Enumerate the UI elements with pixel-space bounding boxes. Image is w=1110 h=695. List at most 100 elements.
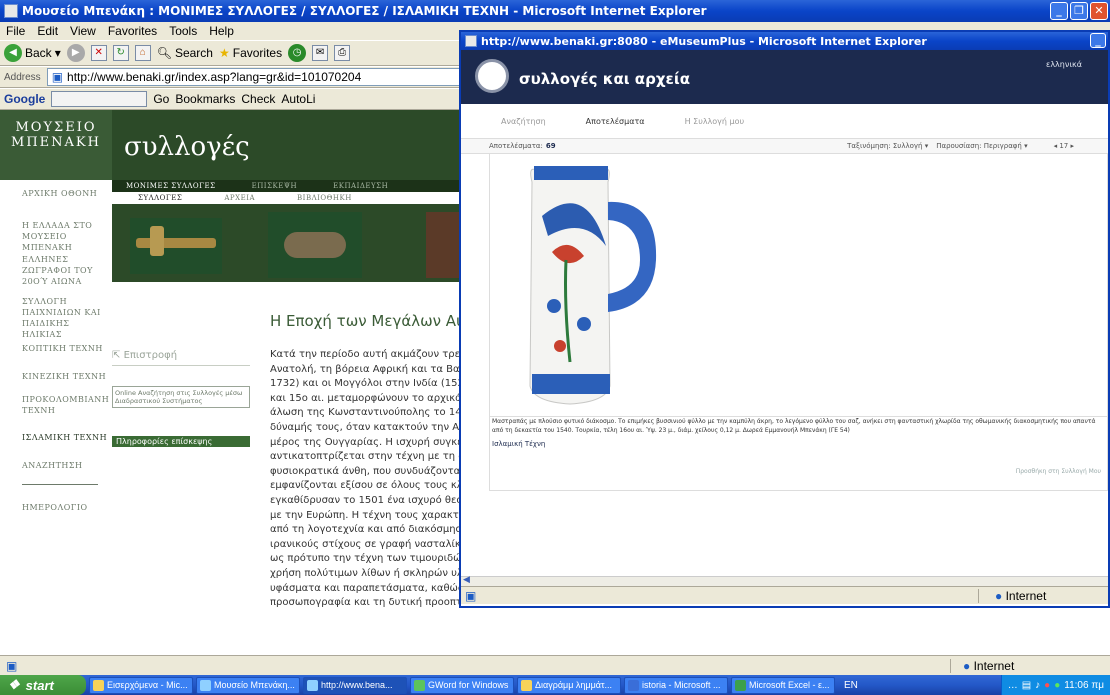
language-indicator[interactable]: EN	[844, 680, 858, 691]
sidebar-item-calendar[interactable]: ΗΜΕΡΟΛΟΓΙΟ	[22, 502, 108, 513]
autolink-button[interactable]: AutoLi	[281, 92, 315, 106]
sidebar-item-home[interactable]: ΑΡΧΙΚΗ ΟΘΟΝΗ	[22, 188, 108, 199]
google-go-button[interactable]: Go	[153, 92, 169, 106]
jug-image[interactable]	[508, 156, 658, 410]
nav-permanent-collections[interactable]: ΜΟΝΙΜΕΣ ΣΥΛΛΟΓΕΣ	[126, 181, 216, 192]
sidebar-item-greek-painters[interactable]: ΕΛΛΗΝΕΣ ΖΩΓΡΑΦΟΙ ΤΟΥ 20ού ΑΙΩΝΑ	[22, 254, 108, 287]
history-icon[interactable]: ◷	[288, 44, 307, 62]
stop-icon[interactable]: ✕	[90, 45, 107, 61]
close-icon[interactable]: ✕	[1090, 2, 1108, 20]
chevron-down-icon[interactable]: ▾	[55, 46, 61, 60]
article-line: Ανατολή, τη βόρεια Αφρική και τα Βαλκά	[270, 363, 460, 375]
back-link-label: Επιστροφή	[123, 350, 178, 361]
tab-search[interactable]: Αναζήτηση	[501, 117, 546, 126]
front-window-title: http://www.benaki.gr:8080 - eMuseumPlus …	[481, 34, 927, 48]
bookmarks-button[interactable]: Bookmarks	[175, 92, 235, 106]
taskbar-item[interactable]: Εισερχόμενα - Mic...	[89, 676, 193, 694]
tab-results[interactable]: Αποτελέσματα	[586, 117, 645, 126]
tab-my-collection[interactable]: Η Συλλογή μου	[685, 117, 745, 126]
mail-icon[interactable]: ✉	[312, 45, 329, 61]
sidebar-divider	[22, 484, 98, 485]
sidebar-item-precolumbian[interactable]: ΠΡΟΚΟΛΟΜΒΙΑΝΗ ΤΕΧΝΗ	[22, 394, 109, 416]
menu-edit[interactable]: Edit	[37, 24, 58, 38]
refresh-icon[interactable]: ↻	[112, 45, 129, 61]
back-link[interactable]: ⇱ Επιστροφή	[112, 350, 250, 366]
favorites-button[interactable]: ★ Favorites	[219, 46, 282, 60]
scroll-left-icon[interactable]: ◀	[463, 575, 470, 585]
clock[interactable]: 11:06 πμ	[1064, 680, 1104, 691]
jug-base-band	[532, 374, 610, 394]
menu-help[interactable]: Help	[209, 24, 234, 38]
sidebar-item-greece[interactable]: Η ΕΛΛΑΔΑ ΣΤΟ ΜΟΥΣΕΙΟ ΜΠΕΝΑΚΗ	[22, 220, 108, 253]
restore-icon[interactable]: ❐	[1070, 2, 1088, 20]
forward-arrow-icon[interactable]: ▶	[66, 44, 85, 62]
front-window-titlebar[interactable]: http://www.benaki.gr:8080 - eMuseumPlus …	[461, 32, 1108, 50]
google-search-input[interactable]	[51, 91, 148, 107]
tray-expand-icon[interactable]: …	[1008, 680, 1018, 691]
article-line: από τη λογοτεχνία και από διακόσμηση	[270, 524, 460, 536]
article-line: ως πρότυπο την τέχνη των τιμουριδών	[270, 553, 460, 565]
article-line: 1732) και οι Μογγόλοι στην Ινδία (1526-	[270, 378, 460, 390]
subnav-collections[interactable]: ΣΥΛΛΟΓΕΣ	[138, 193, 182, 204]
collection-link[interactable]: Ισλαμική Τέχνη	[492, 440, 545, 448]
antivirus-icon[interactable]: ●	[1044, 680, 1050, 691]
minimize-icon[interactable]: _	[1090, 33, 1106, 48]
view-dropdown[interactable]: Παρουσίαση: Περιγραφή ▾	[936, 142, 1027, 150]
menu-favorites[interactable]: Favorites	[108, 24, 157, 38]
google-logo[interactable]: Google	[4, 92, 45, 106]
print-icon[interactable]: ⎙	[334, 45, 351, 61]
taskbar-item[interactable]: Διαγράμμ λημμάτ...	[517, 676, 621, 694]
check-button[interactable]: Check	[241, 92, 275, 106]
ie-icon	[307, 679, 318, 691]
front-statusbar: ▣ ● Internet	[461, 586, 1108, 604]
menu-view[interactable]: View	[70, 24, 96, 38]
menu-tools[interactable]: Tools	[169, 24, 197, 38]
language-link[interactable]: ελληνικά	[1046, 60, 1082, 69]
minimize-icon[interactable]: _	[1050, 2, 1068, 20]
article-line: ιρανικούς στίχους σε γραφή νασταλίκ. Σ	[270, 538, 460, 550]
taskbar-item[interactable]: istoria - Microsoft ...	[624, 676, 728, 694]
home-icon[interactable]: ⌂	[134, 45, 151, 61]
system-tray: … ▤ ♪ ● ● 11:06 πμ	[1000, 675, 1110, 695]
taskbar-item[interactable]: http://www.bena...	[303, 676, 407, 694]
internet-zone: ● Internet	[978, 588, 1108, 603]
visit-info-button[interactable]: Πληροφορίες επίσκεψης	[112, 436, 250, 447]
taskbar-item[interactable]: Μουσείο Μπενάκη...	[196, 676, 300, 694]
sidebar-item-toys[interactable]: ΣΥΛΛΟΓΗ ΠΑΙΧΝΙΔΙΩΝ ΚΑΙ ΠΑΙΔΙΚΗΣ ΗΛΙΚΙΑΣ	[22, 296, 108, 340]
back-window-titlebar[interactable]: Μουσείο Μπενάκη : ΜΟΝΙΜΕΣ ΣΥΛΛΟΓΕΣ / ΣΥΛ…	[0, 0, 1110, 22]
front-browser-window: http://www.benaki.gr:8080 - eMuseumPlus …	[459, 30, 1110, 608]
taskbar-item[interactable]: Microsoft Excel - ε...	[731, 676, 835, 694]
article-line: εμφανίζονται εξίσου σε όλους τους κλάδ	[270, 480, 460, 492]
sidebar-item-islamic[interactable]: ΙΣΛΑΜΙΚΗ ΤΕΧΝΗ	[22, 432, 108, 443]
menu-file[interactable]: File	[6, 24, 25, 38]
nav-visit[interactable]: ΕΠΙΣΚΕΨΗ	[252, 181, 298, 192]
back-button[interactable]: ◀ Back ▾	[4, 44, 61, 62]
back-arrow-icon: ◀	[4, 44, 22, 62]
pager[interactable]: ◂ 17 ▸	[1054, 142, 1074, 150]
thumbnail-box[interactable]	[268, 212, 362, 278]
sidebar-item-coptic[interactable]: ΚΟΠΤΙΚΗ ΤΕΧΝΗ	[22, 343, 108, 354]
sidebar-item-search[interactable]: ΑΝΑΖΗΤΗΣΗ	[22, 460, 108, 471]
subnav-archives[interactable]: ΑΡΧΕΙΑ	[224, 193, 255, 204]
front-scrollbar-horizontal[interactable]: ◀	[461, 575, 1108, 586]
search-button[interactable]: 🔍︎ Search	[157, 46, 213, 60]
messenger-icon[interactable]: ●	[1054, 680, 1060, 691]
benaki-logo[interactable]: ΜΟΥΣΕΙΟ ΜΠΕΝΑΚΗ	[0, 110, 112, 180]
start-button[interactable]: ❖ start	[0, 675, 86, 695]
sidebar: ΑΡΧΙΚΗ ΟΘΟΝΗ Η ΕΛΛΑΔΑ ΣΤΟ ΜΟΥΣΕΙΟ ΜΠΕΝΑΚ…	[0, 180, 112, 600]
gword-icon	[414, 679, 425, 691]
nav-education[interactable]: ΕΚΠΑΙΔΕΥΣΗ	[333, 181, 388, 192]
sort-dropdown[interactable]: Ταξινόμηση: Συλλογή ▾	[847, 142, 928, 150]
sidebar-item-chinese[interactable]: ΚΙΝΕΖΙΚΗ ΤΕΧΝΗ	[22, 371, 108, 382]
thumbnail-pen-case[interactable]	[130, 218, 222, 274]
object-description: Μαστραπάς με πλούσιο φυτικό διάκοσμο. Το…	[490, 416, 1107, 435]
add-to-my-collection-link[interactable]: Προσθήκη στη Συλλογή Μου	[1016, 468, 1101, 475]
paint-icon	[521, 679, 532, 691]
volume-icon[interactable]: ♪	[1035, 680, 1040, 691]
subnav-library[interactable]: ΒΙΒΛΙΟΘΗΚΗ	[297, 193, 352, 204]
ie-icon	[465, 35, 477, 47]
online-search-box[interactable]: Online Αναζήτηση στις Συλλογές μέσω Διαδ…	[112, 386, 250, 408]
network-icon[interactable]: ▤	[1022, 680, 1031, 691]
article-body: Κατά την περίοδο αυτή ακμάζουν τρεις Ανα…	[270, 348, 460, 611]
taskbar-item[interactable]: GWord for Windows	[410, 676, 514, 694]
